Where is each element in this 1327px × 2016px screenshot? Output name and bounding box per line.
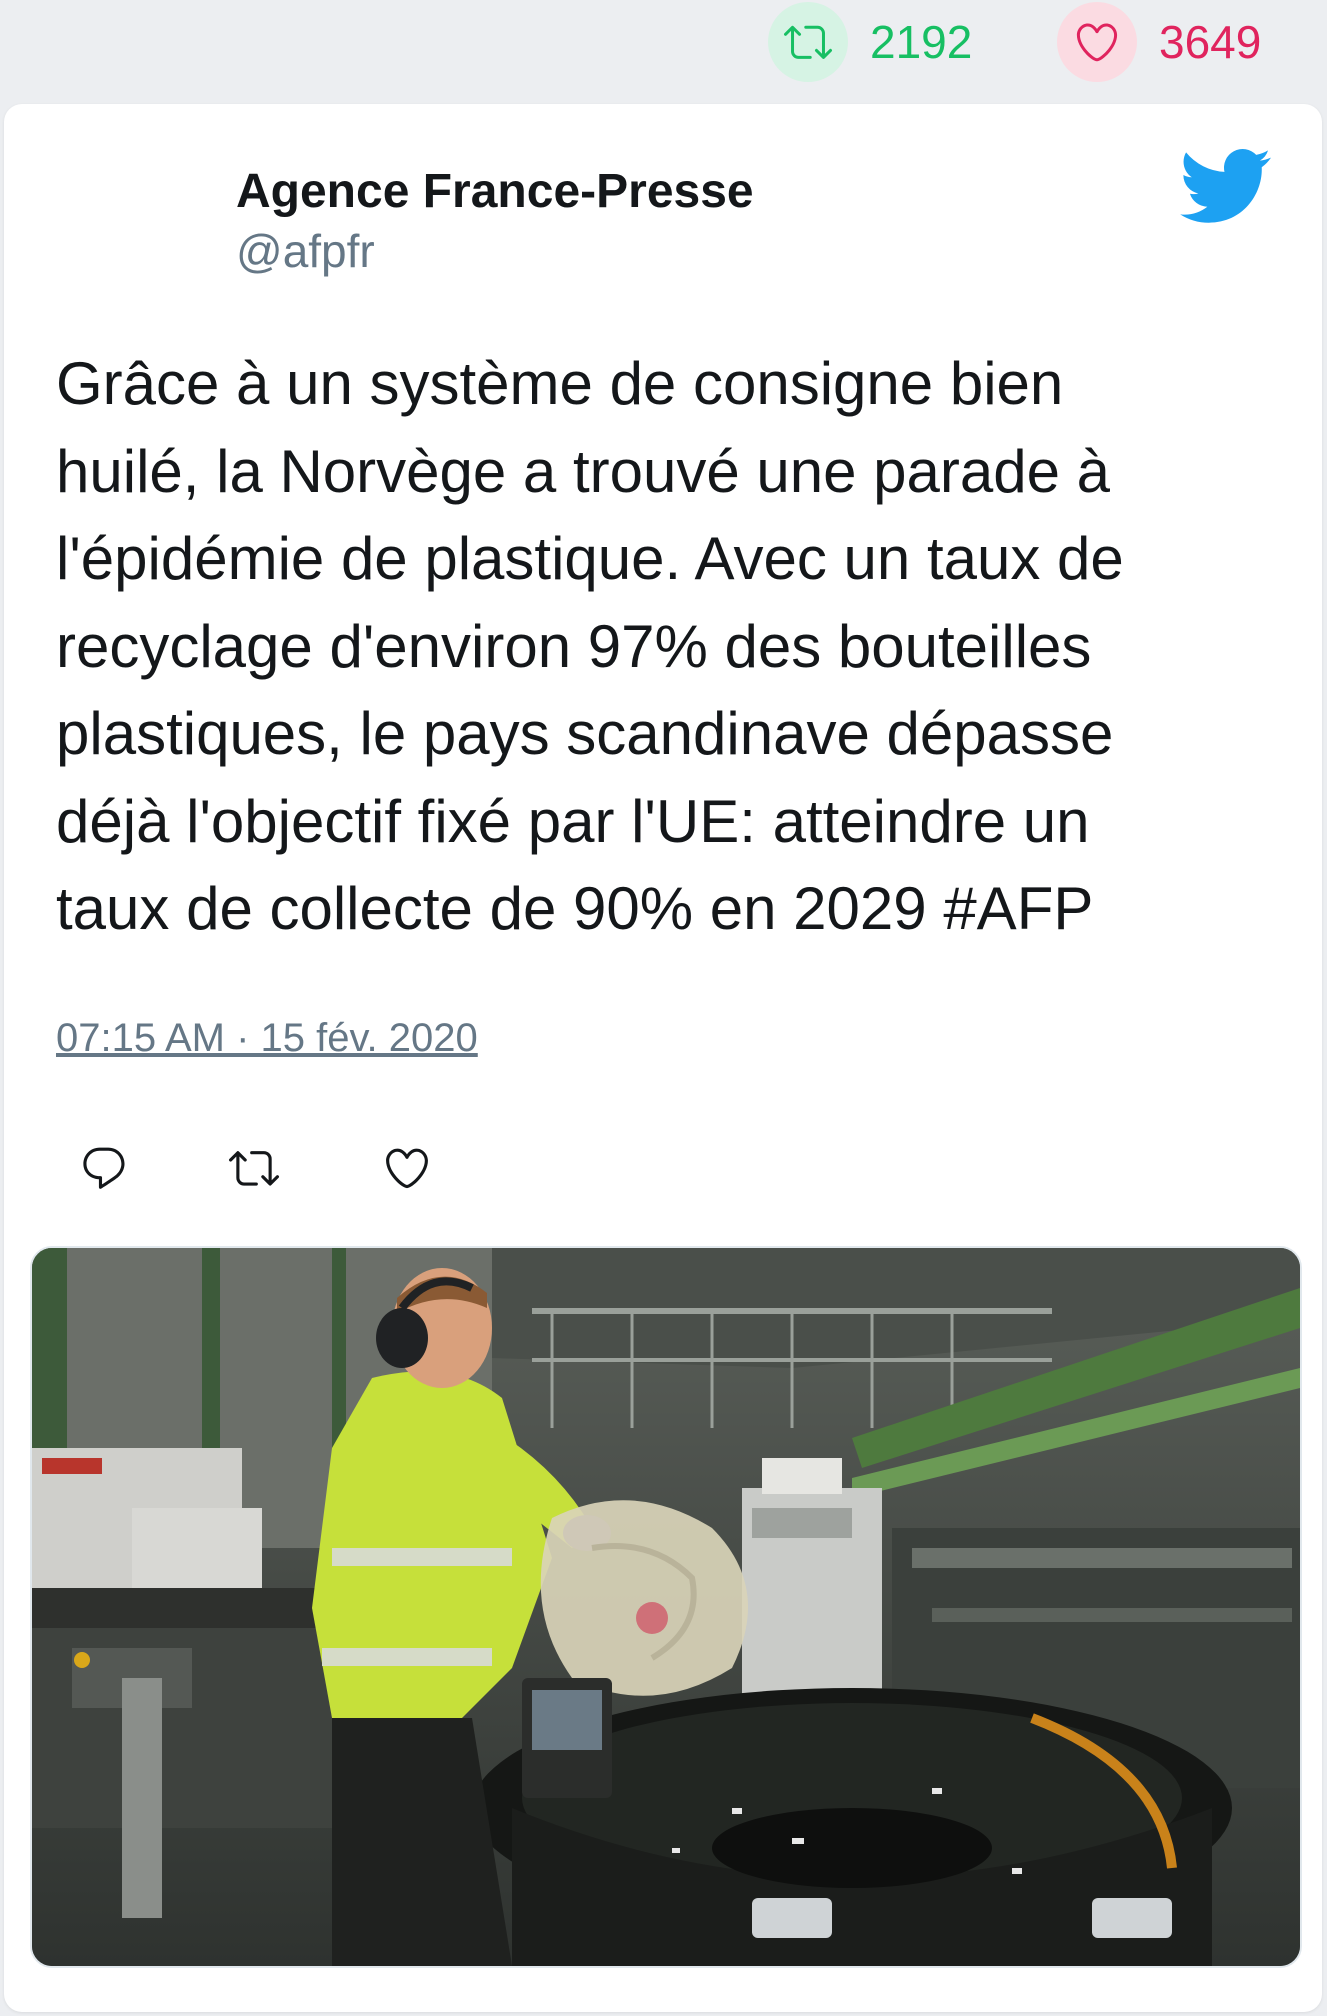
engagement-stats: 2192 3649 [0, 0, 1327, 100]
retweet-action-icon[interactable] [224, 1138, 284, 1198]
reply-icon[interactable] [74, 1138, 134, 1198]
tweet-text-line: déjà l'objectif fixé par l'UE: atteindre… [56, 787, 1090, 855]
like-stat[interactable]: 3649 [1057, 2, 1262, 82]
tweet-text: Grâce à un système de consigne bien huil… [56, 340, 1286, 953]
like-action-icon[interactable] [377, 1138, 437, 1198]
tweet-actions [74, 1138, 474, 1198]
tweet-timestamp[interactable]: 07:15 AM · 15 fév. 2020 [56, 1016, 478, 1061]
tweet-text-line: l'épidémie de plastique. Avec un taux de [56, 525, 1124, 592]
tweet-text-line: huilé, la Norvège a trouvé une parade à [56, 437, 1111, 505]
tweet-text-line: recyclage d'environ 97% des bouteilles [56, 612, 1092, 680]
author-name[interactable]: Agence France-Presse [236, 164, 754, 219]
retweet-icon [768, 2, 848, 82]
retweet-count: 2192 [870, 16, 973, 68]
tweet-text-line: Grâce à un système de consigne bien [56, 350, 1064, 417]
tweet-card: Agence France-Presse @afpfr Grâce à un s… [4, 104, 1322, 2012]
tweet-media-photo[interactable] [30, 1246, 1302, 1968]
retweet-stat[interactable]: 2192 [768, 2, 973, 82]
tweet-text-line: plastiques, le pays scandinave dépasse [56, 700, 1114, 767]
photo-illustration [32, 1248, 1300, 1966]
tweet-text-line: taux de collecte de 90% en 2029 #AFP [56, 875, 1094, 942]
twitter-bird-icon[interactable] [1176, 146, 1272, 230]
author-handle[interactable]: @afpfr [236, 224, 375, 278]
heart-icon [1057, 2, 1137, 82]
like-count: 3649 [1159, 16, 1262, 68]
